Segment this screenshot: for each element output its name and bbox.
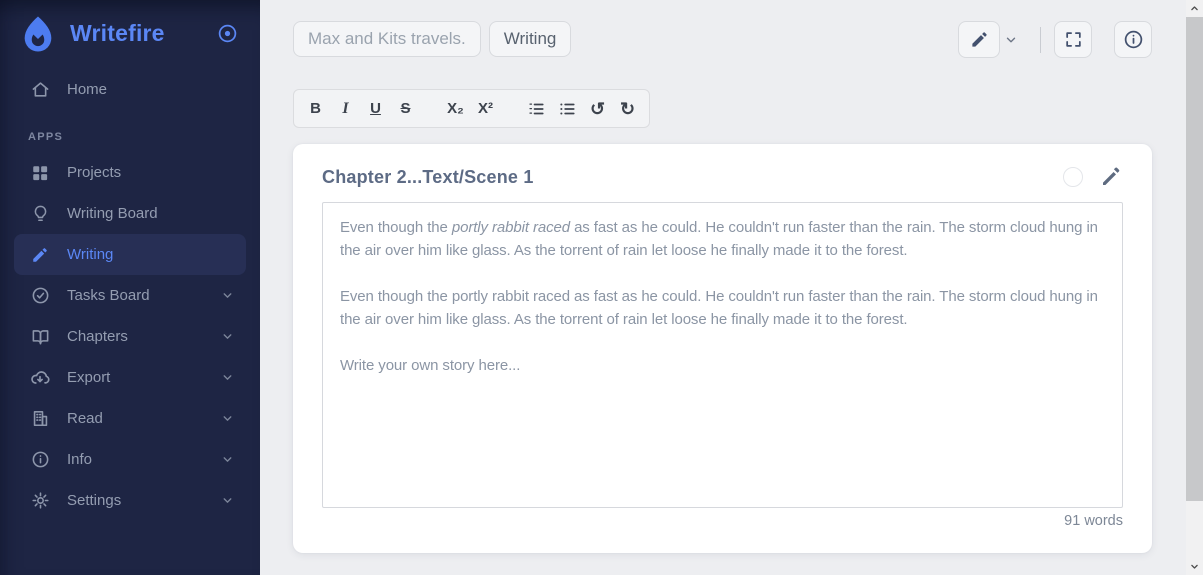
scene-title: Chapter 2...Text/Scene 1 xyxy=(322,167,534,188)
lightbulb-icon xyxy=(30,204,50,224)
unordered-list-button[interactable] xyxy=(558,98,576,119)
page-scrollbar[interactable] xyxy=(1186,0,1203,575)
app-title: Writefire xyxy=(70,20,165,47)
sidebar-item-info[interactable]: Info xyxy=(0,439,260,480)
pencil-icon xyxy=(970,30,989,49)
page-header: Max and Kits travels. Writing xyxy=(293,21,1152,58)
scene-status-circle[interactable] xyxy=(1063,167,1083,187)
scene-card: Chapter 2...Text/Scene 1 Even though the… xyxy=(293,144,1152,553)
edit-scene-pencil-icon[interactable] xyxy=(1099,165,1123,189)
project-chip[interactable]: Max and Kits travels. xyxy=(293,21,481,57)
app-window: Writefire Home APPS Projects xyxy=(0,0,1203,575)
sidebar-item-label: Tasks Board xyxy=(67,287,150,304)
sidebar-item-writing[interactable]: Writing xyxy=(14,234,246,275)
italic-text: portly rabbit raced xyxy=(452,219,570,236)
sidebar-item-settings[interactable]: Settings xyxy=(0,480,260,521)
pencil-icon xyxy=(30,245,50,265)
sidebar-item-label: Writing Board xyxy=(67,205,158,222)
scrollbar-thumb[interactable] xyxy=(1186,17,1203,501)
info-circle-icon xyxy=(30,450,50,470)
sidebar-item-label: Projects xyxy=(67,164,121,181)
story-paragraph: Write your own story here... xyxy=(340,354,1105,377)
chevron-down-icon xyxy=(221,330,234,343)
undo-icon: ↺ xyxy=(590,100,605,118)
cloud-download-icon xyxy=(30,368,50,388)
ordered-list-icon xyxy=(527,100,545,118)
check-circle-icon xyxy=(30,286,50,306)
section-chip[interactable]: Writing xyxy=(489,21,572,57)
sidebar-item-export[interactable]: Export xyxy=(0,357,260,398)
story-paragraph: Even though the portly rabbit raced as f… xyxy=(340,216,1105,262)
sidebar-item-label: Chapters xyxy=(67,328,128,345)
sidebar-item-tasks-board[interactable]: Tasks Board xyxy=(0,275,260,316)
chevron-down-icon xyxy=(221,412,234,425)
redo-icon: ↻ xyxy=(620,100,635,118)
sidebar-item-label: Writing xyxy=(67,246,113,263)
sidebar-item-label: Read xyxy=(67,410,103,427)
sidebar-item-writing-board[interactable]: Writing Board xyxy=(0,193,260,234)
header-actions xyxy=(958,21,1152,58)
sidebar-item-label: Settings xyxy=(67,492,121,509)
gear-icon xyxy=(30,491,50,511)
sidebar-item-chapters[interactable]: Chapters xyxy=(0,316,260,357)
fullscreen-icon xyxy=(1064,30,1083,49)
story-paragraph: Even though the portly rabbit raced as f… xyxy=(340,285,1105,331)
grid-icon xyxy=(30,163,50,183)
undo-button[interactable]: ↺ xyxy=(589,98,606,119)
format-toolbar: B I U S X₂ X² ↺ ↻ xyxy=(293,89,650,128)
building-icon xyxy=(30,409,50,429)
main-content: Max and Kits travels. Writing xyxy=(260,0,1203,575)
scroll-down-arrow-icon[interactable] xyxy=(1186,558,1203,575)
scroll-up-arrow-icon[interactable] xyxy=(1186,0,1203,17)
superscript-button[interactable]: X² xyxy=(477,98,494,119)
writefire-logo-flame-icon xyxy=(18,14,58,54)
scene-card-header: Chapter 2...Text/Scene 1 xyxy=(322,165,1123,189)
sidebar-item-label: Home xyxy=(67,81,107,98)
sidebar-header: Writefire xyxy=(0,0,260,66)
ordered-list-button[interactable] xyxy=(527,98,545,119)
bold-button[interactable]: B xyxy=(307,98,324,119)
story-text-editor[interactable]: Even though the portly rabbit raced as f… xyxy=(322,202,1123,508)
chevron-down-icon[interactable] xyxy=(1004,33,1018,47)
breadcrumb: Max and Kits travels. Writing xyxy=(293,21,571,57)
sidebar-item-home[interactable]: Home xyxy=(0,69,260,110)
chevron-down-icon xyxy=(221,453,234,466)
sidebar-item-projects[interactable]: Projects xyxy=(0,152,260,193)
focus-target-icon[interactable] xyxy=(217,23,238,44)
sidebar-item-label: Export xyxy=(67,369,110,386)
edit-mode-button[interactable] xyxy=(958,21,1000,58)
home-icon xyxy=(30,80,50,100)
info-circle-icon xyxy=(1123,29,1144,50)
fullscreen-button[interactable] xyxy=(1054,21,1092,58)
chevron-down-icon xyxy=(221,371,234,384)
subscript-button[interactable]: X₂ xyxy=(447,98,464,119)
word-count: 91 words xyxy=(322,513,1123,529)
sidebar-section-label: APPS xyxy=(28,131,260,143)
strikethrough-button[interactable]: S xyxy=(397,98,414,119)
divider xyxy=(1040,27,1041,53)
underline-button[interactable]: U xyxy=(367,98,384,119)
book-icon xyxy=(30,327,50,347)
chevron-down-icon xyxy=(221,289,234,302)
chevron-down-icon xyxy=(221,494,234,507)
italic-button[interactable]: I xyxy=(337,98,354,119)
sidebar-item-label: Info xyxy=(67,451,92,468)
unordered-list-icon xyxy=(558,100,576,118)
sidebar-item-read[interactable]: Read xyxy=(0,398,260,439)
redo-button[interactable]: ↻ xyxy=(619,98,636,119)
sidebar: Writefire Home APPS Projects xyxy=(0,0,260,575)
sidebar-nav: Home APPS Projects Writing Board Writ xyxy=(0,66,260,521)
info-button[interactable] xyxy=(1114,21,1152,58)
